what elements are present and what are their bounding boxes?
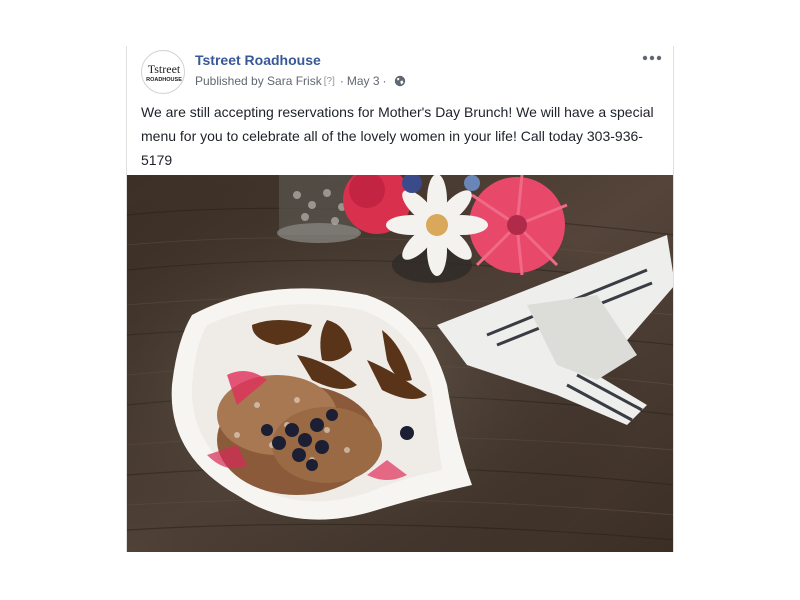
brunch-photo: [127, 166, 673, 552]
globe-icon[interactable]: [394, 75, 406, 87]
published-by-link[interactable]: Published by Sara Frisk: [195, 74, 322, 88]
page-name-link[interactable]: Tstreet Roadhouse: [195, 52, 321, 68]
page-avatar[interactable]: Tstreet ROADHOUSE: [141, 50, 185, 94]
tstreet-logo: Tstreet ROADHOUSE: [146, 62, 182, 83]
logo-line2: ROADHOUSE: [146, 77, 182, 83]
separator-dot: ·: [339, 74, 344, 88]
feed-post: Tstreet ROADHOUSE Tstreet Roadhouse Publ…: [126, 46, 674, 552]
help-marker[interactable]: [?]: [324, 76, 335, 87]
more-options-icon[interactable]: [641, 50, 663, 66]
post-photo[interactable]: [127, 166, 673, 552]
post-header: Tstreet ROADHOUSE Tstreet Roadhouse Publ…: [127, 46, 673, 98]
post-meta: Published by Sara Frisk [?] · May 3 ·: [195, 74, 406, 88]
logo-line1: Tstreet: [148, 62, 181, 76]
separator-dot: ·: [382, 74, 387, 88]
post-message: We are still accepting reservations for …: [141, 104, 654, 168]
post-date-link[interactable]: May 3: [347, 74, 380, 88]
